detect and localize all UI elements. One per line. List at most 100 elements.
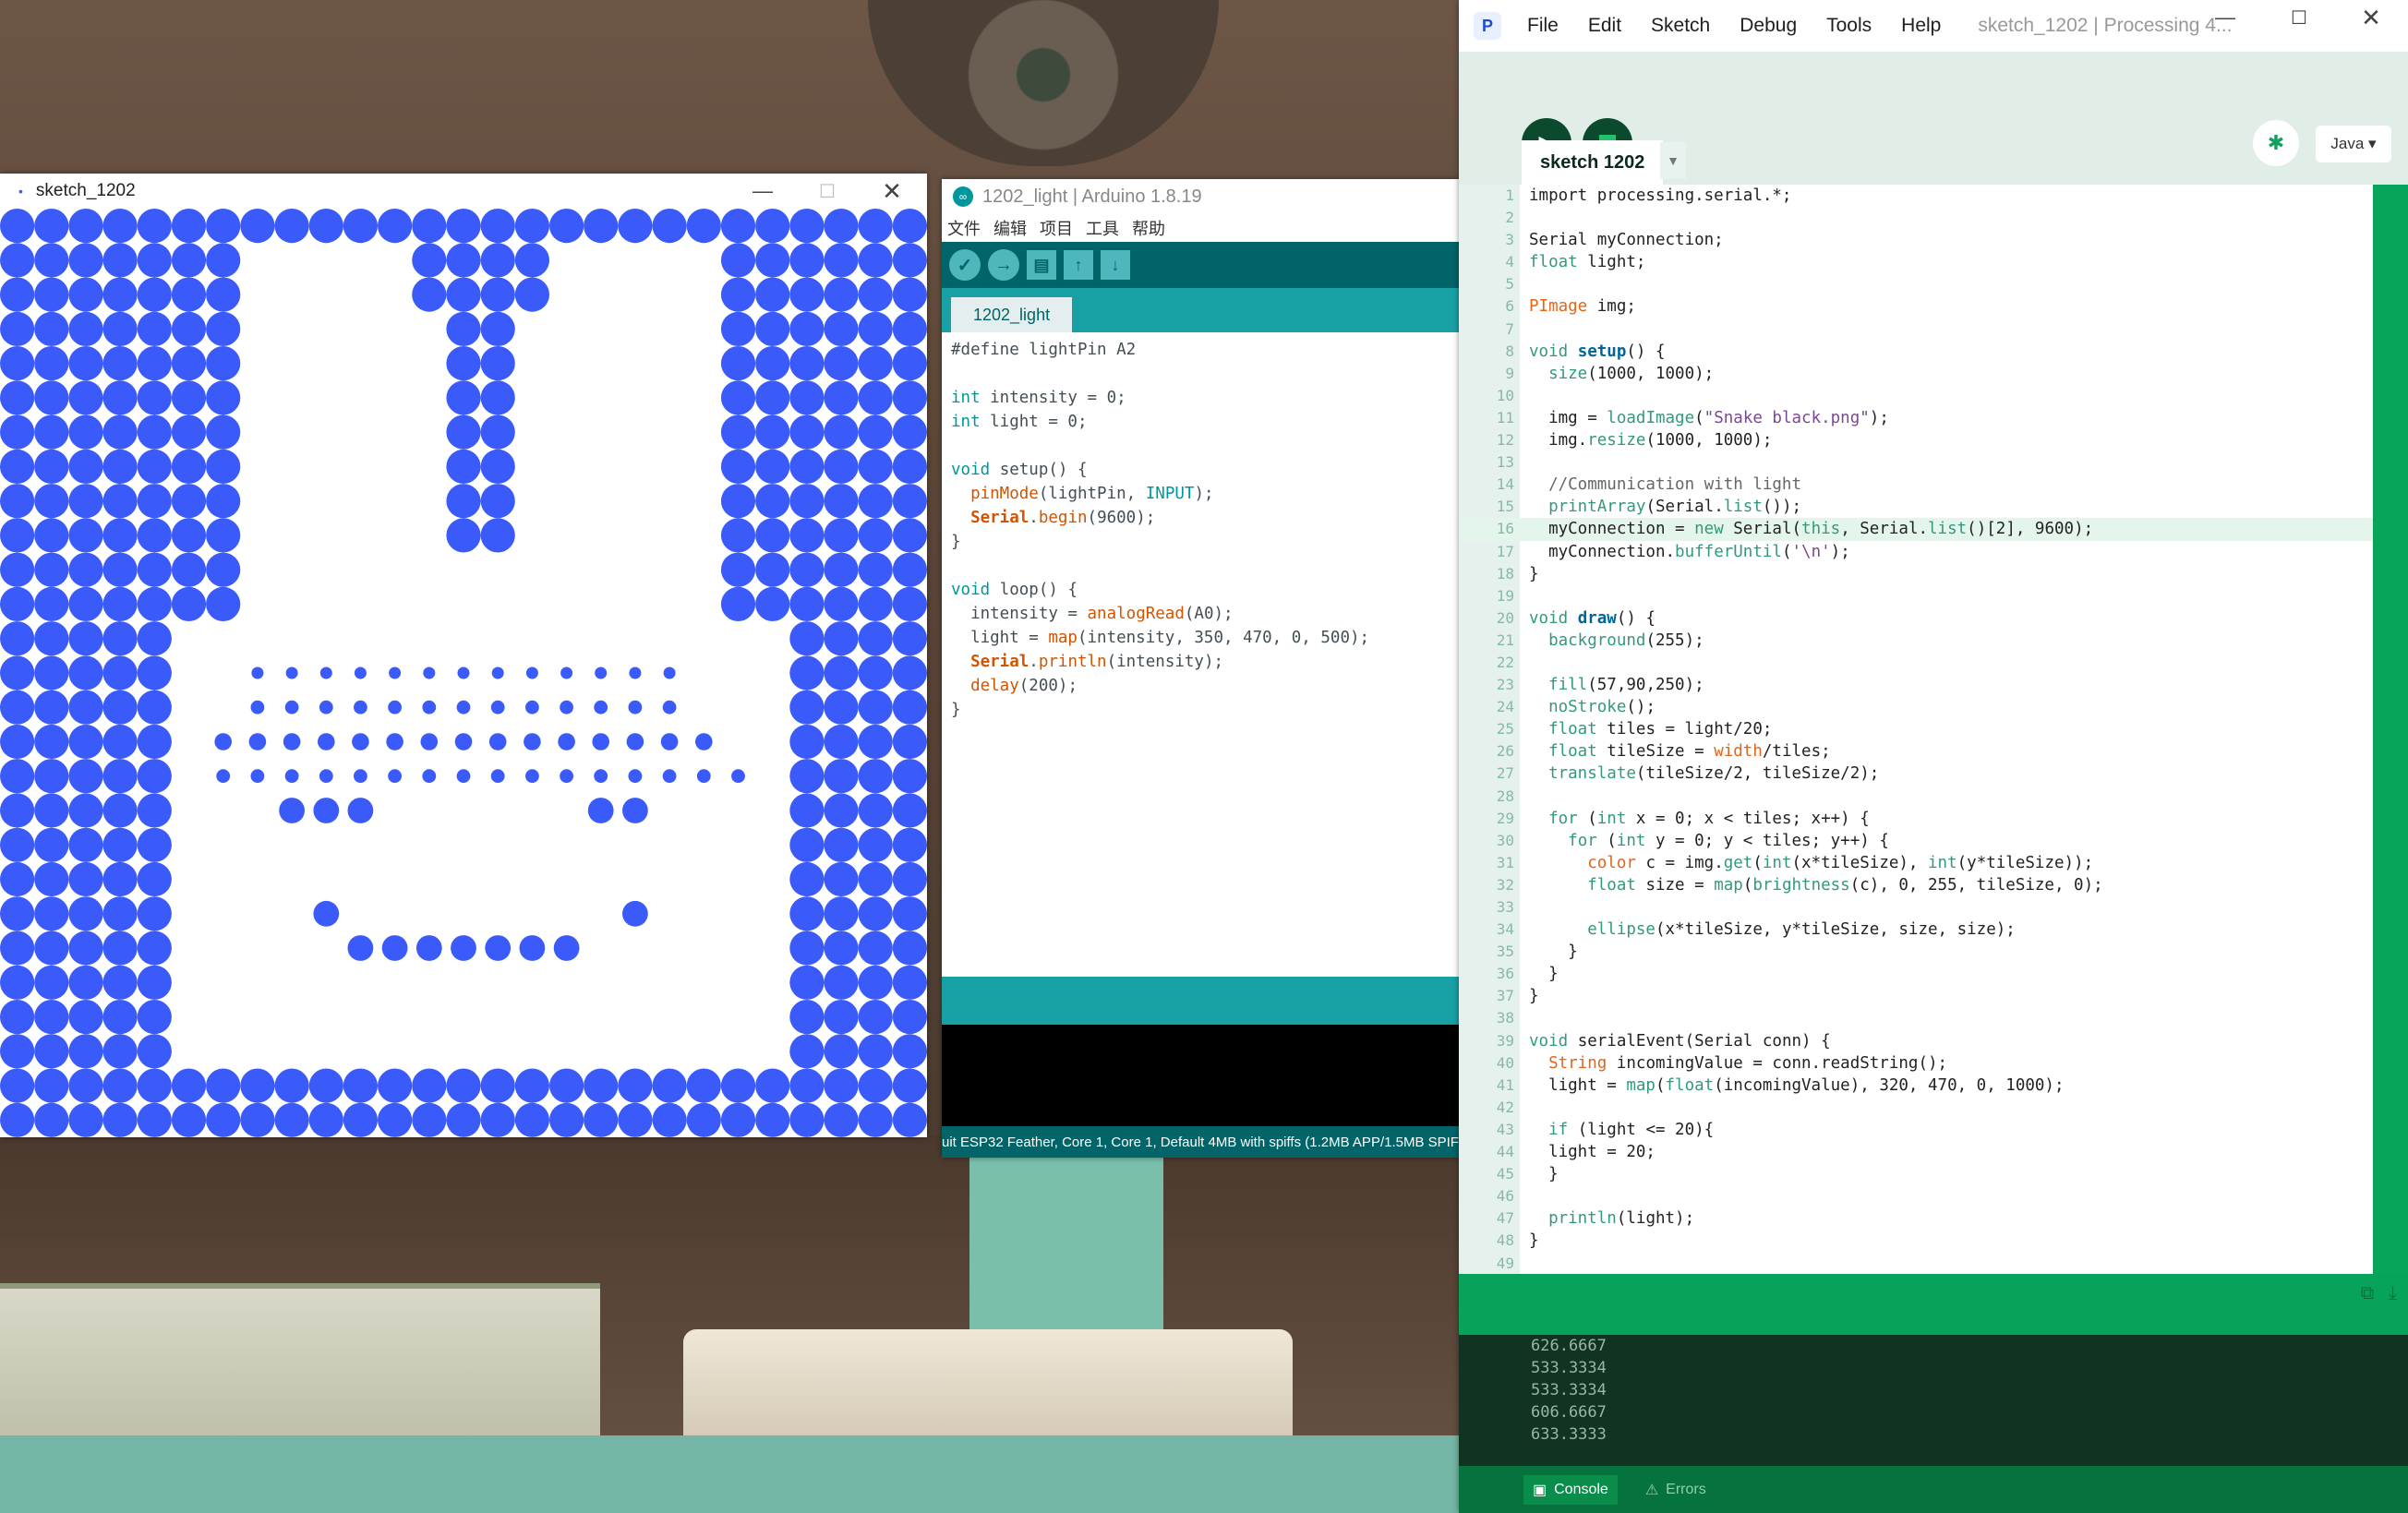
arduino-titlebar[interactable]: ∞ 1202_light | Arduino 1.8.19 [942,179,1459,214]
halftone-dot [137,1068,172,1103]
menu-item-sketch[interactable]: Sketch [1651,15,1710,37]
minimize-icon[interactable]: — [2197,0,2253,35]
halftone-dot [695,733,713,750]
close-icon[interactable]: ✕ [864,174,920,209]
minimize-icon[interactable]: — [735,174,790,209]
halftone-dot [824,1102,859,1137]
halftone-dot [137,586,172,621]
open-file-icon[interactable]: ↑ [1064,250,1093,280]
menu-item-file[interactable]: File [1527,15,1559,37]
halftone-dot [422,700,437,714]
halftone-dot [171,243,207,278]
code-line: 33 [1459,896,2373,919]
halftone-dot [858,759,893,794]
halftone-dot [549,1068,584,1103]
halftone-dot [137,518,172,553]
halftone-dot [514,277,550,312]
halftone-dot [824,414,859,450]
arduino-menu-item[interactable]: 帮助 [1132,216,1165,240]
halftone-dot [137,724,172,760]
halftone-dot [68,449,103,484]
halftone-dot [137,277,172,312]
tab-menu-chevron-down-icon[interactable]: ▼ [1660,142,1686,179]
line-number: 5 [1505,275,1514,294]
halftone-dot [755,311,790,346]
halftone-dot [313,798,340,823]
sketch-titlebar[interactable]: • sketch_1202 — ☐ ✕ [0,174,927,209]
line-number: 7 [1505,319,1514,338]
save-file-icon[interactable]: ↓ [1101,250,1130,280]
console-tab[interactable]: ▣ Console [1523,1474,1618,1505]
mode-selector[interactable]: Java ▾ [2316,126,2391,162]
halftone-dot [102,621,138,656]
halftone-dot [892,724,927,760]
menu-item-tools[interactable]: Tools [1826,15,1872,37]
arduino-code-editor[interactable]: #define lightPin A2 int intensity = 0; int… [942,332,1459,977]
code-line: 40 String incomingValue = conn.readStrin… [1459,1052,2373,1075]
halftone-dot [34,724,69,760]
arduino-menu-item[interactable]: 文件 [947,216,981,240]
processing-code-editor[interactable]: 1 import processing.serial.*; 2 3 Serial myC… [1459,185,2408,1274]
halftone-dot [618,1068,653,1103]
halftone-dot [858,518,893,553]
halftone-dot [343,1068,378,1103]
arduino-menu-item[interactable]: 编辑 [993,216,1027,240]
halftone-dot [720,346,756,381]
halftone-dot [824,311,859,346]
close-icon[interactable]: ✕ [2343,0,2399,35]
processing-code-area[interactable]: 1 import processing.serial.*; 2 3 Serial myC… [1459,185,2373,1274]
halftone-dot [171,518,207,553]
upload-icon[interactable]: → [988,249,1019,281]
halftone-dot [137,484,172,519]
halftone-dot [0,1000,35,1035]
processing-tab-sketch-1202[interactable]: sketch 1202 [1522,140,1664,185]
halftone-dot [68,518,103,553]
halftone-dot [68,621,103,656]
arduino-menu-item[interactable]: 项目 [1040,216,1073,240]
halftone-dot [480,380,515,415]
halftone-dot [423,666,436,679]
arduino-tab-1202-light[interactable]: 1202_light [951,297,1073,332]
halftone-dot [652,209,687,244]
halftone-dot [686,209,721,244]
copy-console-icon[interactable]: ⧉ [2361,1283,2374,1304]
halftone-dot [102,209,138,244]
halftone-dot [378,1068,413,1103]
menu-item-debug[interactable]: Debug [1740,15,1797,37]
debugger-button[interactable]: ✱ [2253,120,2299,166]
code-line: 2 [1459,207,2373,229]
sketch-window[interactable]: • sketch_1202 — ☐ ✕ [0,174,927,1137]
halftone-dot [171,586,207,621]
verify-icon[interactable]: ✓ [949,249,981,281]
halftone-dot [206,586,241,621]
halftone-dot [525,666,538,679]
halftone-dot [206,311,241,346]
halftone-dot [789,586,825,621]
editor-scrollbar[interactable] [2373,185,2408,1274]
processing-titlebar[interactable]: P File Edit Sketch Debug Tools Help sketch_12… [1459,0,2408,52]
maximize-icon[interactable]: ☐ [2271,0,2327,35]
new-file-icon[interactable]: ▤ [1027,250,1056,280]
console-icon: ▣ [1533,1482,1547,1498]
processing-window[interactable]: P File Edit Sketch Debug Tools Help sketch_12… [1459,0,2408,1513]
arduino-menu-item[interactable]: 工具 [1086,216,1119,240]
console-line: 633.3333 [1531,1425,1607,1444]
arduino-window[interactable]: ∞ 1202_light | Arduino 1.8.19 文件 编辑 项目 工具 帮助… [942,179,1459,1158]
menu-item-help[interactable]: Help [1901,15,1941,37]
code-line: 30 for (int y = 0; y < tiles; y++) { [1459,830,2373,852]
sketch-canvas[interactable] [0,209,927,1137]
clear-console-icon[interactable]: ⤓ [2389,1283,2397,1304]
line-number: 29 [1496,809,1514,827]
errors-tab[interactable]: ⚠ Errors [1636,1475,1716,1505]
halftone-dot [663,666,676,679]
halftone-dot [34,518,69,553]
maximize-icon[interactable]: ☐ [800,174,855,209]
halftone-dot [824,724,859,760]
console-divider[interactable]: ⧉ ⤓ [1459,1274,2408,1335]
menu-item-edit[interactable]: Edit [1588,15,1621,37]
halftone-dot [34,277,69,312]
halftone-dot [68,552,103,587]
halftone-dot [412,1068,447,1103]
halftone-dot [720,277,756,312]
line-number: 22 [1496,653,1514,671]
